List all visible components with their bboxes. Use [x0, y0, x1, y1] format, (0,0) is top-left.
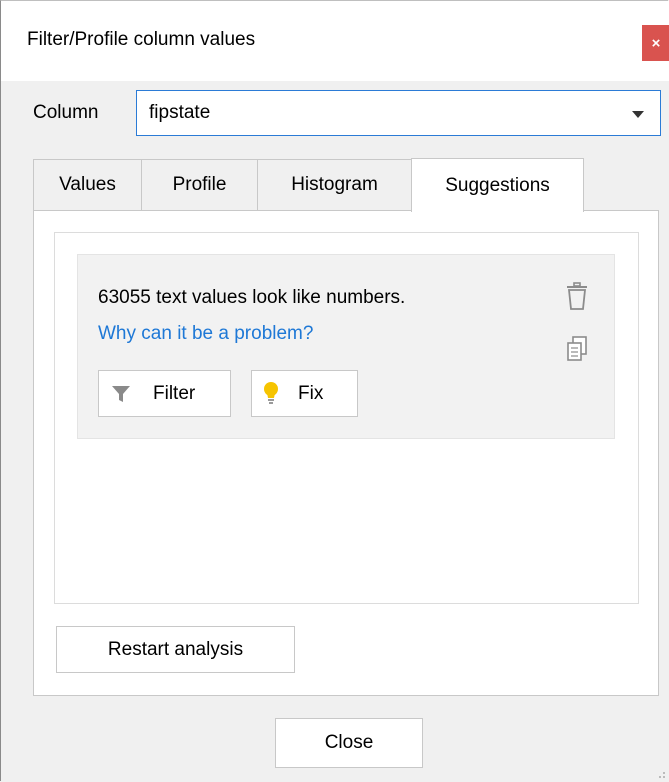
- tab-label: Profile: [172, 174, 227, 195]
- filter-profile-dialog: Filter/Profile column values × Column fi…: [0, 0, 669, 781]
- fix-button[interactable]: Fix: [251, 370, 358, 417]
- tab-suggestions[interactable]: Suggestions: [411, 158, 584, 212]
- tab-label: Histogram: [291, 174, 378, 195]
- resize-grip-icon[interactable]: [656, 769, 666, 779]
- suggestion-message: 63055 text values look like numbers.: [98, 287, 406, 308]
- column-select[interactable]: fipstate: [136, 90, 661, 136]
- filter-button-label: Filter: [153, 382, 196, 404]
- trash-icon[interactable]: [566, 281, 588, 311]
- fix-button-label: Fix: [298, 382, 324, 404]
- tab-histogram[interactable]: Histogram: [257, 159, 412, 210]
- tab-label: Values: [59, 174, 116, 195]
- tab-label: Suggestions: [445, 174, 550, 196]
- filter-icon: [112, 385, 130, 402]
- suggestion-help-link[interactable]: Why can it be a problem?: [98, 323, 313, 345]
- tab-values[interactable]: Values: [33, 159, 142, 210]
- column-label: Column: [33, 102, 99, 123]
- tab-profile[interactable]: Profile: [141, 159, 258, 210]
- lightbulb-icon: [264, 381, 278, 404]
- copy-icon[interactable]: [566, 335, 588, 363]
- close-button-label: Close: [324, 732, 374, 753]
- column-select-value: fipstate: [149, 102, 211, 123]
- close-window-button[interactable]: ×: [642, 25, 669, 61]
- close-icon: ×: [651, 34, 661, 52]
- window-title: Filter/Profile column values: [27, 29, 256, 50]
- chevron-down-icon: [632, 111, 644, 118]
- filter-button[interactable]: Filter: [98, 370, 231, 417]
- title-bar: Filter/Profile column values ×: [1, 1, 669, 81]
- close-button[interactable]: Close: [275, 718, 423, 768]
- restart-analysis-button[interactable]: Restart analysis: [56, 626, 295, 673]
- restart-analysis-label: Restart analysis: [107, 638, 244, 660]
